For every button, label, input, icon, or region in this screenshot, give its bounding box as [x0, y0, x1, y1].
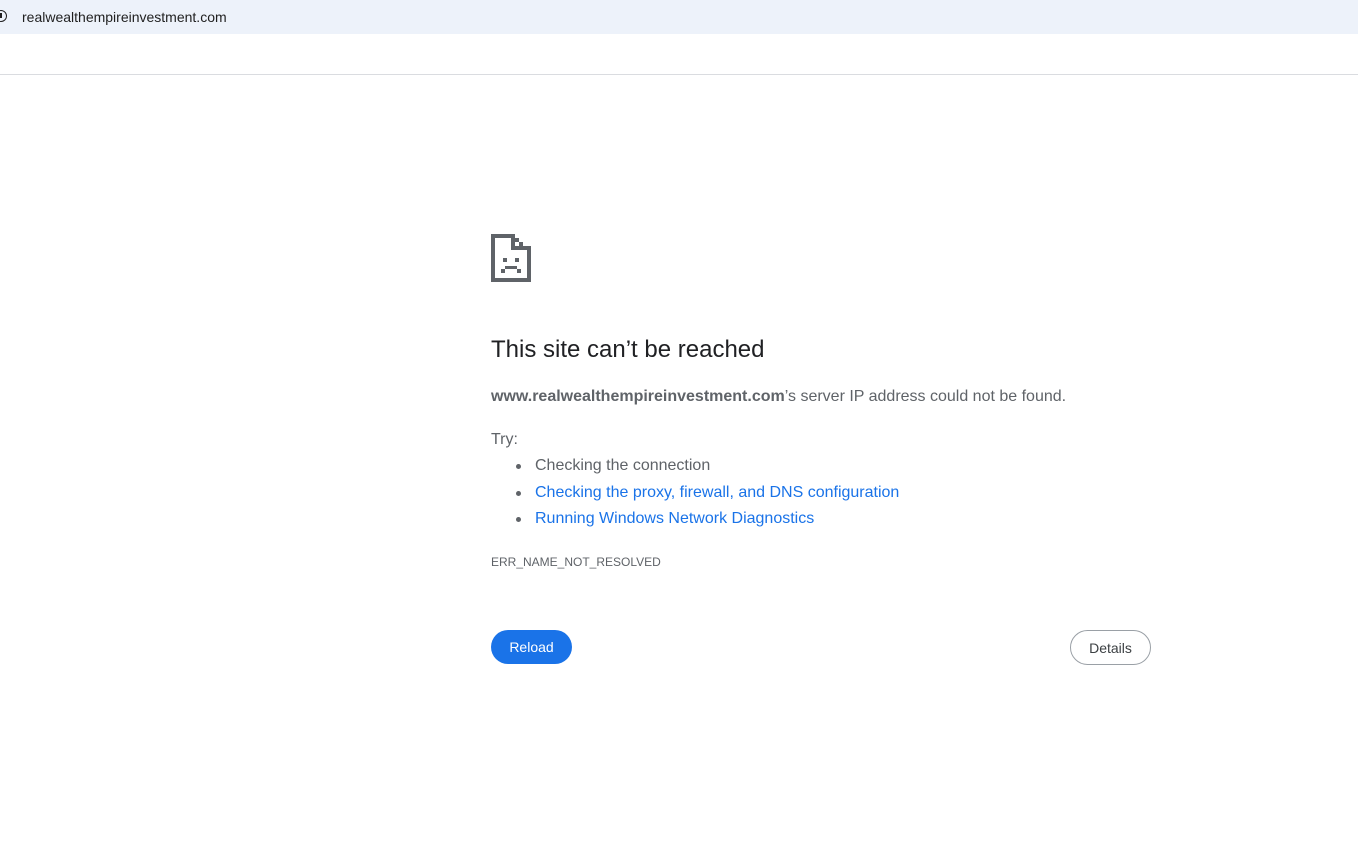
info-icon[interactable] [0, 10, 7, 22]
try-label: Try: [491, 431, 518, 448]
address-bar[interactable]: realwealthempireinvestment.com [0, 0, 1358, 34]
message-suffix: ’s server IP address could not be found. [784, 388, 1067, 405]
suggestions-list: Checking the connection Checking the pro… [491, 455, 899, 535]
sad-document-icon [491, 234, 531, 282]
bookmarks-bar [0, 34, 1358, 75]
page-title: This site can’t be reached [491, 336, 765, 363]
error-message: www.realwealthempireinvestment.com’s ser… [491, 386, 1066, 408]
url-text[interactable]: realwealthempireinvestment.com [22, 8, 227, 26]
suggestion-check-connection: Checking the connection [515, 455, 899, 477]
reload-button[interactable]: Reload [491, 630, 572, 664]
suggestion-check-proxy-link[interactable]: Checking the proxy, firewall, and DNS co… [515, 482, 899, 504]
error-code: ERR_NAME_NOT_RESOLVED [491, 555, 661, 569]
details-button[interactable]: Details [1070, 630, 1151, 665]
domain-name: www.realwealthempireinvestment.com [491, 388, 785, 405]
suggestion-network-diagnostics-link[interactable]: Running Windows Network Diagnostics [515, 508, 899, 530]
